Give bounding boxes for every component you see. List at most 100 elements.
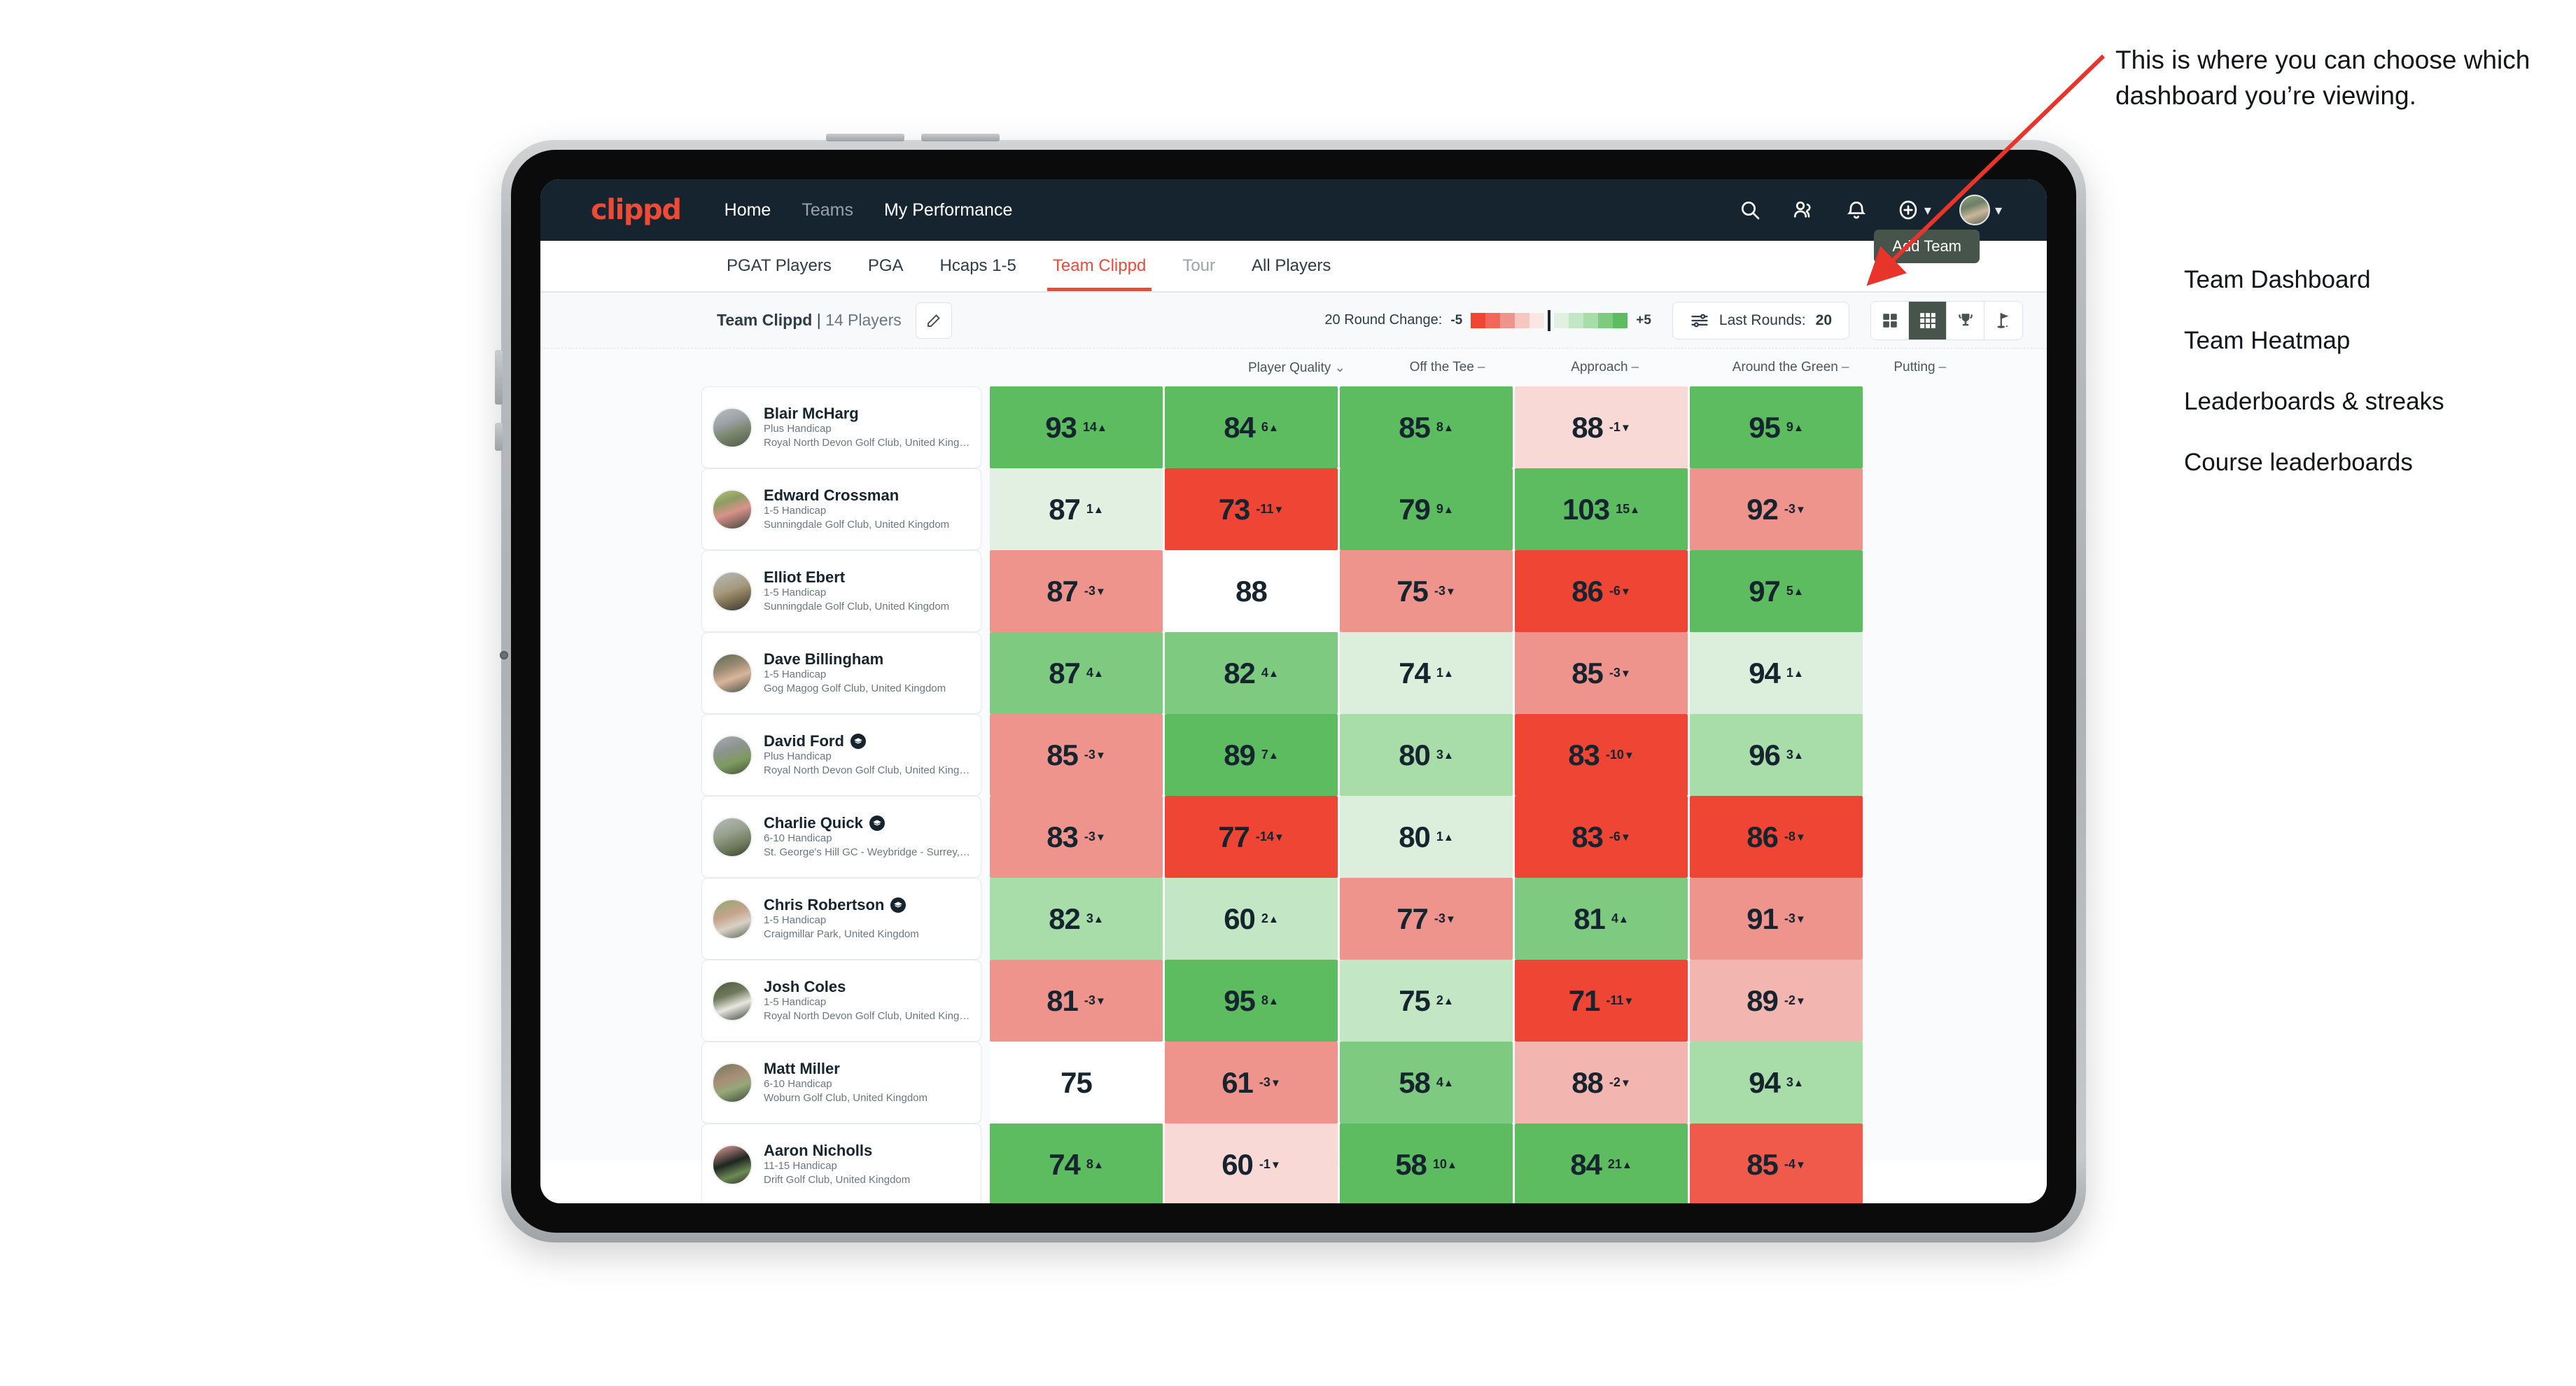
heatmap-cell[interactable]: 80 3▲ xyxy=(1340,714,1513,796)
table-row[interactable]: Dave Billingham 1-5 Handicap Gog Magog Gol… xyxy=(540,632,2047,714)
heatmap-cell[interactable]: 82 3▲ xyxy=(990,878,1163,960)
heatmap-cell[interactable]: 74 1▲ xyxy=(1340,632,1513,714)
heatmap-cell[interactable]: 81 4▲ xyxy=(1515,878,1688,960)
heatmap-cell[interactable]: 71 -11▼ xyxy=(1515,960,1688,1042)
people-icon[interactable] xyxy=(1791,197,1816,223)
arrow-down-icon: ▼ xyxy=(1620,668,1631,680)
heatmap-cell[interactable]: 82 4▲ xyxy=(1165,632,1338,714)
trophy-view-icon[interactable] xyxy=(1947,301,1984,340)
heatmap-cell[interactable]: 103 15▲ xyxy=(1515,468,1688,550)
tab-all-players[interactable]: All Players xyxy=(1233,241,1349,291)
heatmap-cell[interactable]: 96 3▲ xyxy=(1690,714,1863,796)
table-row[interactable]: Josh Coles 1-5 Handicap Royal North Devon … xyxy=(540,960,2047,1042)
heatmap-cell[interactable]: 58 4▲ xyxy=(1340,1042,1513,1124)
player-card[interactable]: Blair McHarg Plus Handicap Royal North Dev… xyxy=(701,386,981,468)
heatmap-cell[interactable]: 95 9▲ xyxy=(1690,386,1863,468)
heatmap-cell[interactable]: 81 -3▼ xyxy=(990,960,1163,1042)
heatmap-cell[interactable]: 75 xyxy=(990,1042,1163,1124)
table-row[interactable]: Aaron Nicholls 11-15 Handicap Drift Golf C… xyxy=(540,1124,2047,1203)
heatmap-cell[interactable]: 87 -3▼ xyxy=(990,550,1163,632)
nav-link-home[interactable]: Home xyxy=(709,200,787,220)
heatmap-cell[interactable]: 87 4▲ xyxy=(990,632,1163,714)
heatmap-cell[interactable]: 94 1▲ xyxy=(1690,632,1863,714)
heatmap-cell[interactable]: 84 21▲ xyxy=(1515,1124,1688,1203)
player-card[interactable]: Edward Crossman 1-5 Handicap Sunningdale G… xyxy=(701,468,981,550)
cards-view-icon[interactable] xyxy=(1871,301,1909,340)
heatmap-cell[interactable]: 77 -14▼ xyxy=(1165,796,1338,878)
cell-delta-value: 1 xyxy=(1086,502,1093,516)
table-row[interactable]: Charlie Quick 6-10 Handicap St. George's H… xyxy=(540,796,2047,878)
player-card[interactable]: David Ford Plus Handicap Royal North Devon… xyxy=(701,714,981,796)
table-row[interactable]: Elliot Ebert 1-5 Handicap Sunningdale Golf… xyxy=(540,550,2047,632)
heatmap-cell[interactable]: 87 1▲ xyxy=(990,468,1163,550)
heatmap-cell[interactable]: 85 -3▼ xyxy=(990,714,1163,796)
heatmap-cell[interactable]: 85 -4▼ xyxy=(1690,1124,1863,1203)
notification-bell-icon[interactable] xyxy=(1844,197,1869,223)
column-header-off-the-tee[interactable]: Off the Tee – xyxy=(1401,360,1563,375)
heatmap-cell[interactable]: 60 -1▼ xyxy=(1165,1124,1338,1203)
player-card[interactable]: Charlie Quick 6-10 Handicap St. George's H… xyxy=(701,796,981,878)
search-icon[interactable] xyxy=(1737,197,1763,223)
player-card[interactable]: Matt Miller 6-10 Handicap Woburn Golf Club… xyxy=(701,1042,981,1124)
heatmap-cell[interactable]: 95 8▲ xyxy=(1165,960,1338,1042)
table-row[interactable]: Blair McHarg Plus Handicap Royal North Dev… xyxy=(540,386,2047,468)
edit-team-button[interactable] xyxy=(915,302,952,339)
heatmap-cell[interactable]: 75 -3▼ xyxy=(1340,550,1513,632)
heatmap-cell[interactable]: 60 2▲ xyxy=(1165,878,1338,960)
tab-tour[interactable]: Tour xyxy=(1164,241,1233,291)
clippd-logo[interactable]: clippd xyxy=(591,194,682,226)
player-card[interactable]: Josh Coles 1-5 Handicap Royal North Devon … xyxy=(701,960,981,1042)
table-row[interactable]: David Ford Plus Handicap Royal North Devon… xyxy=(540,714,2047,796)
heatmap-cell[interactable]: 85 -3▼ xyxy=(1515,632,1688,714)
column-header-around-the-green[interactable]: Around the Green – xyxy=(1724,360,1886,375)
heatmap-cell[interactable]: 86 -6▼ xyxy=(1515,550,1688,632)
player-card[interactable]: Elliot Ebert 1-5 Handicap Sunningdale Golf… xyxy=(701,550,981,632)
heatmap-cell[interactable]: 61 -3▼ xyxy=(1165,1042,1338,1124)
course-flag-view-icon[interactable] xyxy=(1984,301,2022,340)
heatmap-cell[interactable]: 89 7▲ xyxy=(1165,714,1338,796)
heatmap-cell[interactable]: 83 -6▼ xyxy=(1515,796,1688,878)
column-header-player-quality[interactable]: Player Quality ⌄ xyxy=(1240,360,1401,376)
cell-delta-value: -6 xyxy=(1609,584,1620,598)
player-card[interactable]: Dave Billingham 1-5 Handicap Gog Magog Gol… xyxy=(701,632,981,714)
heatmap-cell[interactable]: 88 xyxy=(1165,550,1338,632)
heatmap-cell[interactable]: 94 3▲ xyxy=(1690,1042,1863,1124)
column-header-putting[interactable]: Putting – xyxy=(1885,360,2047,375)
grid-view-icon[interactable] xyxy=(1909,301,1947,340)
heatmap-cell[interactable]: 93 14▲ xyxy=(990,386,1163,468)
tab-team-clippd[interactable]: Team Clippd xyxy=(1035,241,1164,291)
heatmap-cell[interactable]: 97 5▲ xyxy=(1690,550,1863,632)
heatmap-cell[interactable]: 77 -3▼ xyxy=(1340,878,1513,960)
heatmap-cell[interactable]: 75 2▲ xyxy=(1340,960,1513,1042)
column-header-approach[interactable]: Approach – xyxy=(1562,360,1724,375)
heatmap-cell[interactable]: 73 -11▼ xyxy=(1165,468,1338,550)
table-row[interactable]: Matt Miller 6-10 Handicap Woburn Golf Club… xyxy=(540,1042,2047,1124)
plus-circle-icon[interactable]: ▾ xyxy=(1897,197,1931,223)
heatmap-cell[interactable]: 85 8▲ xyxy=(1340,386,1513,468)
tab-pgat-players[interactable]: PGAT Players xyxy=(708,241,850,291)
nav-link-teams[interactable]: Teams xyxy=(786,200,869,220)
heatmap-cell[interactable]: 58 10▲ xyxy=(1340,1124,1513,1203)
heatmap-cell[interactable]: 80 1▲ xyxy=(1340,796,1513,878)
heatmap-cell[interactable]: 91 -3▼ xyxy=(1690,878,1863,960)
heatmap-cell[interactable]: 88 -1▼ xyxy=(1515,386,1688,468)
player-card[interactable]: Chris Robertson 1-5 Handicap Craigmillar P… xyxy=(701,878,981,960)
tab-pga[interactable]: PGA xyxy=(850,241,922,291)
heatmap-cell[interactable]: 84 6▲ xyxy=(1165,386,1338,468)
heatmap-cell[interactable]: 74 8▲ xyxy=(990,1124,1163,1203)
heatmap-cell[interactable]: 86 -8▼ xyxy=(1690,796,1863,878)
heatmap-cell[interactable]: 83 -3▼ xyxy=(990,796,1163,878)
heatmap-cell[interactable]: 92 -3▼ xyxy=(1690,468,1863,550)
nav-link-my-performance[interactable]: My Performance xyxy=(869,200,1028,220)
heatmap-cell[interactable]: 89 -2▼ xyxy=(1690,960,1863,1042)
heatmap-cell[interactable]: 83 -10▼ xyxy=(1515,714,1688,796)
heatmap-cell[interactable]: 88 -2▼ xyxy=(1515,1042,1688,1124)
last-rounds-filter-button[interactable]: Last Rounds: 20 xyxy=(1672,301,1849,340)
tab-hcaps-1-5[interactable]: Hcaps 1-5 xyxy=(922,241,1035,291)
player-card[interactable]: Aaron Nicholls 11-15 Handicap Drift Golf C… xyxy=(701,1124,981,1203)
table-row[interactable]: Edward Crossman 1-5 Handicap Sunningdale G… xyxy=(540,468,2047,550)
add-team-button[interactable]: Add Team xyxy=(1874,230,1980,263)
user-avatar-menu[interactable]: ▾ xyxy=(1959,195,2002,225)
heatmap-cell[interactable]: 79 9▲ xyxy=(1340,468,1513,550)
table-row[interactable]: Chris Robertson 1-5 Handicap Craigmillar P… xyxy=(540,878,2047,960)
